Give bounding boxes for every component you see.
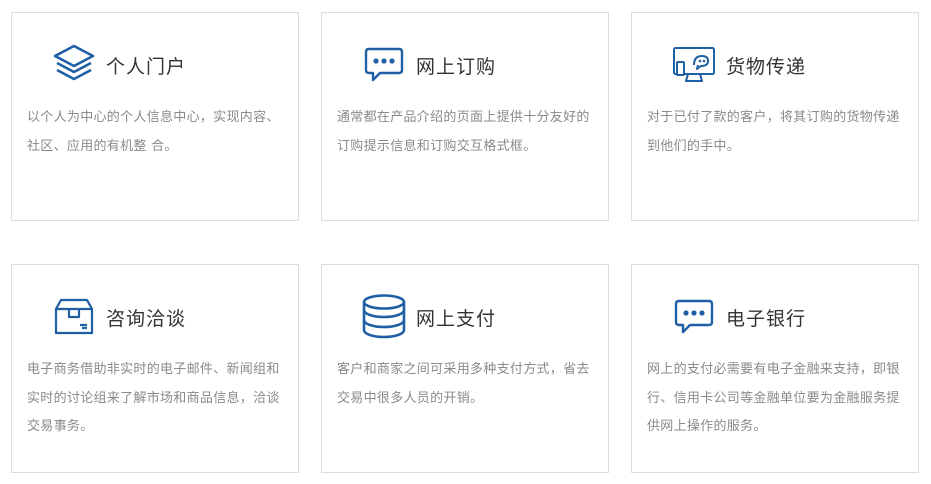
chat-bubble-icon — [360, 43, 408, 87]
card-header: 网上支付 — [360, 294, 497, 339]
delivery-monitor-icon — [670, 43, 718, 87]
card-title: 网上订购 — [416, 55, 497, 78]
card-description: 对于已付了款的客户，将其订购的货物传递到他们的手中。 — [647, 110, 900, 154]
card-header: 个人门户 — [50, 43, 186, 87]
database-stack-icon — [360, 294, 408, 339]
card-description: 通常都在产品介绍的页面上提供十分友好的订购提示信息和订购交互格式框。 — [337, 110, 590, 154]
card-personal-portal[interactable]: 个人门户 以个人为中心的个人信息中心，实现内容、社区、应用的有机整 合。 — [11, 12, 299, 221]
layers-icon — [50, 43, 98, 87]
card-title: 个人门户 — [106, 55, 187, 78]
service-grid: 个人门户 以个人为中心的个人信息中心，实现内容、社区、应用的有机整 合。 网上订… — [0, 0, 931, 484]
card-title: 货物传递 — [726, 55, 807, 78]
card-title: 咨询洽谈 — [106, 307, 187, 330]
card-consultation[interactable]: 咨询洽谈 电子商务借助非实时的电子邮件、新闻组和实时的讨论组来了解市场和商品信息… — [11, 264, 299, 473]
card-title: 电子银行 — [726, 307, 807, 330]
card-description: 电子商务借助非实时的电子邮件、新闻组和实时的讨论组来了解市场和商品信息，洽谈交易… — [27, 362, 280, 434]
card-description: 以个人为中心的个人信息中心，实现内容、社区、应用的有机整 合。 — [27, 110, 280, 154]
card-header: 货物传递 — [670, 43, 806, 87]
card-online-ordering[interactable]: 网上订购 通常都在产品介绍的页面上提供十分友好的订购提示信息和订购交互格式框。 — [321, 12, 609, 221]
card-header: 咨询洽谈 — [50, 295, 186, 339]
card-header: 电子银行 — [670, 295, 806, 339]
card-online-payment[interactable]: 网上支付 客户和商家之间可采用多种支付方式，省去交易中很多人员的开销。 — [321, 264, 609, 473]
card-header: 网上订购 — [360, 43, 496, 87]
card-title: 网上支付 — [416, 307, 497, 330]
chat-bubble-icon — [670, 295, 718, 339]
card-e-banking[interactable]: 电子银行 网上的支付必需要有电子金融来支持，即银行、信用卡公司等金融单位要为金融… — [631, 264, 919, 473]
card-description: 网上的支付必需要有电子金融来支持，即银行、信用卡公司等金融单位要为金融服务提供网… — [647, 362, 900, 434]
card-description: 客户和商家之间可采用多种支付方式，省去交易中很多人员的开销。 — [337, 362, 590, 406]
card-goods-delivery[interactable]: 货物传递 对于已付了款的客户，将其订购的货物传递到他们的手中。 — [631, 12, 919, 221]
package-box-icon — [50, 295, 98, 339]
